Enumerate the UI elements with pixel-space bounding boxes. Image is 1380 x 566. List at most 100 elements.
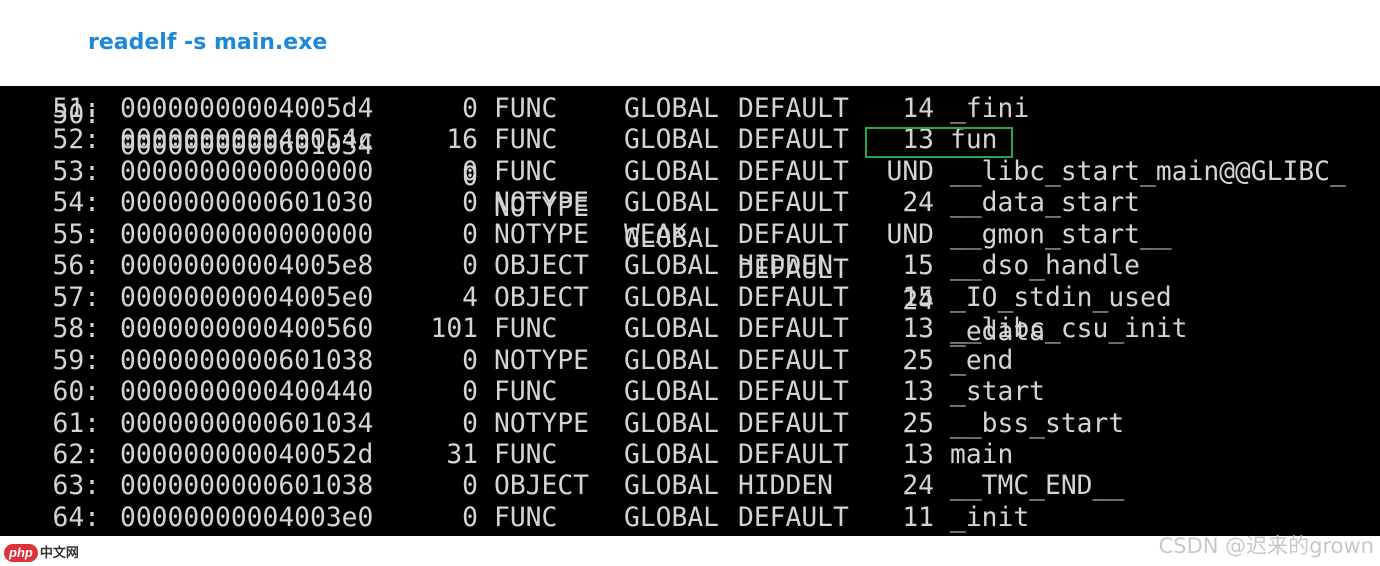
symbol-name: _init (950, 502, 1030, 533)
symbol-value: 0000000000601038 (120, 345, 374, 376)
symbol-bind: GLOBAL (624, 314, 719, 345)
symbol-size: 16 (446, 125, 478, 156)
symbol-type: FUNC (494, 377, 558, 408)
symbol-ndx: 15 (902, 251, 934, 282)
symbol-num: 60: (52, 377, 101, 408)
symbol-bind: GLOBAL (624, 377, 719, 408)
symbol-num: 59: (52, 345, 101, 376)
symbol-num: 56: (52, 251, 101, 282)
symbol-bind: GLOBAL (624, 471, 719, 502)
symbol-value: 00000000004005d4 (120, 94, 374, 124)
symbol-size: 0 (462, 345, 478, 376)
symbol-size: 0 (462, 502, 478, 533)
symbol-ndx: 24 (902, 188, 934, 219)
symbol-ndx: 13 (902, 439, 934, 470)
symbol-name: __bss_start (950, 408, 1125, 439)
symbol-num: 54: (52, 188, 101, 219)
symbol-name: main (950, 439, 1014, 470)
symbol-ndx: 13 (902, 125, 934, 156)
terminal-output: 50: 0000000000601034 0 NOTYPE GLOBAL DEF… (0, 86, 1380, 536)
symbol-type: FUNC (494, 314, 558, 345)
symbol-value: 0000000000400560 (120, 314, 374, 345)
symbol-ndx: 13 (902, 377, 934, 408)
symbol-name: fun (950, 125, 998, 156)
symbol-num: 63: (52, 471, 101, 502)
symbol-num: 62: (52, 439, 101, 470)
symbol-size: 101 (430, 314, 479, 345)
symbol-type: OBJECT (494, 251, 589, 282)
symbol-type: NOTYPE (494, 408, 589, 439)
symbol-ndx: 25 (902, 345, 934, 376)
symbol-name: __gmon_start__ (950, 219, 1172, 250)
symbol-bind: GLOBAL (624, 408, 719, 439)
symbol-value: 0000000000000000 (120, 219, 374, 250)
command-title: readelf -s main.exe (88, 30, 328, 55)
symbol-ndx: 14 (902, 94, 934, 124)
symbol-size: 0 (462, 156, 478, 187)
symbol-name: __data_start (950, 188, 1140, 219)
symbol-value: 0000000000601034 (120, 408, 374, 439)
symbol-size: 4 (462, 282, 478, 313)
symbol-size: 31 (446, 439, 478, 470)
symbol-size: 0 (462, 219, 478, 250)
symbol-vis: DEFAULT (738, 188, 849, 219)
symbol-bind: GLOBAL (624, 125, 719, 156)
symbol-size: 0 (462, 94, 478, 124)
symbol-ndx: UND (886, 219, 935, 250)
symbol-bind: WEAK (624, 219, 688, 250)
symbol-ndx: 11 (902, 502, 934, 533)
php-site-logo: php 中文网 (4, 544, 79, 562)
php-logo-text: 中文网 (39, 545, 79, 560)
symbol-bind: GLOBAL (624, 188, 719, 219)
symbol-name: __dso_handle (950, 251, 1140, 282)
page-header: readelf -s main.exe (0, 0, 1380, 86)
symbol-ndx: 24 (902, 471, 934, 502)
symbol-value: 000000000040054c (120, 125, 374, 156)
symbol-ndx: 13 (902, 314, 934, 345)
symbol-vis: DEFAULT (738, 377, 849, 408)
symbol-type: OBJECT (494, 471, 589, 502)
symbol-value: 0000000000601030 (120, 188, 374, 219)
symbol-bind: GLOBAL (624, 345, 719, 376)
symbol-type: NOTYPE (494, 188, 589, 219)
symbol-num: 58: (52, 314, 101, 345)
symbol-vis: HIDDEN (738, 251, 833, 282)
symbol-vis: DEFAULT (738, 156, 849, 187)
symbol-value: 0000000000601038 (120, 471, 374, 502)
symbol-bind: GLOBAL (624, 251, 719, 282)
symbol-size: 0 (462, 471, 478, 502)
symbol-name: __libc_csu_init (950, 314, 1188, 345)
symbol-name: __TMC_END__ (950, 471, 1125, 502)
symbol-vis: HIDDEN (738, 471, 833, 502)
symbol-num: 61: (52, 408, 101, 439)
php-badge: php (4, 544, 38, 562)
symbol-value: 0000000000000000 (120, 156, 374, 187)
symbol-type: FUNC (494, 439, 558, 470)
symbol-num: 55: (52, 219, 101, 250)
symbol-type: FUNC (494, 502, 558, 533)
symbol-name: _start (950, 377, 1045, 408)
symbol-vis: DEFAULT (738, 502, 849, 533)
symbol-bind: GLOBAL (624, 156, 719, 187)
symbol-ndx: UND (886, 156, 935, 187)
symbol-value: 00000000004005e8 (120, 251, 374, 282)
symbol-vis: DEFAULT (738, 125, 849, 156)
symbol-vis: DEFAULT (738, 94, 849, 124)
symbol-vis: DEFAULT (738, 439, 849, 470)
symbol-bind: GLOBAL (624, 502, 719, 533)
symbol-value: 00000000004005e0 (120, 282, 374, 313)
symbol-num: 53: (52, 156, 101, 187)
symbol-num: 57: (52, 282, 101, 313)
symbol-type: FUNC (494, 156, 558, 187)
symbol-type: FUNC (494, 94, 558, 124)
symbol-size: 0 (462, 188, 478, 219)
symbol-name: __libc_start_main@@GLIBC_ (950, 156, 1346, 187)
symbol-num: 52: (52, 125, 101, 156)
symbol-num: 51: (52, 94, 101, 124)
symbol-vis: DEFAULT (738, 408, 849, 439)
csdn-watermark: CSDN @迟来的grown (1158, 534, 1374, 558)
symbol-value: 000000000040052d (120, 439, 374, 470)
symbol-ndx: 15 (902, 282, 934, 313)
symbol-value: 00000000004003e0 (120, 502, 374, 533)
symbol-name: _fini (950, 94, 1030, 124)
